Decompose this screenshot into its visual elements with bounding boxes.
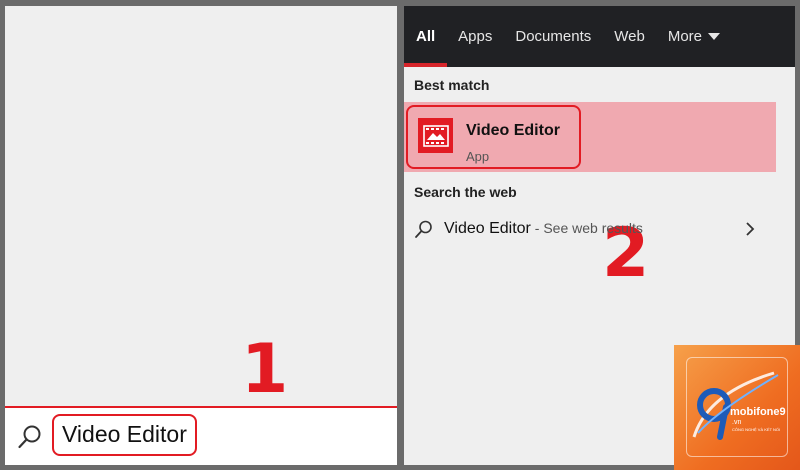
start-menu-blank-area: 1 Video Editor [5, 6, 397, 465]
watermark-tagline: CÔNG NGHỆ VÀ KẾT NỐI [732, 427, 780, 432]
tab-all[interactable]: All [404, 6, 448, 67]
caret-down-icon [708, 32, 721, 40]
search-web-heading: Search the web [414, 184, 517, 200]
best-match-heading: Best match [414, 77, 490, 93]
tab-more[interactable]: More [667, 6, 721, 67]
tab-all-label: All [416, 28, 436, 45]
tab-apps[interactable]: Apps [458, 6, 492, 67]
tab-web[interactable]: Web [614, 6, 645, 67]
step-1-marker: 1 [241, 330, 289, 409]
best-match-highlight-box: Video Editor App [406, 105, 581, 169]
best-match-app-type: App [466, 149, 490, 164]
best-match-app-name: Video Editor [466, 122, 560, 139]
video-editor-app-icon [418, 118, 453, 153]
tab-web-label: Web [614, 28, 645, 45]
watermark-brand: mobifone9 [730, 406, 786, 418]
chevron-right-icon[interactable] [744, 221, 756, 237]
mobifone9-logo: mobifone9 .vn CÔNG NGHỆ VÀ KẾT NỐI [692, 371, 786, 440]
search-icon [18, 425, 41, 449]
tab-more-label: More [667, 28, 703, 45]
tab-documents[interactable]: Documents [515, 6, 591, 67]
web-search-result[interactable]: Video Editor - See web results [404, 211, 776, 247]
tab-documents-label: Documents [515, 28, 592, 45]
best-match-result[interactable]: Video Editor App 2 [404, 102, 776, 288]
web-result-suffix: - See web results [530, 220, 643, 236]
web-result-query: Video Editor [444, 220, 531, 237]
taskbar-search-box[interactable]: Video Editor [5, 406, 397, 465]
tab-apps-label: Apps [458, 28, 493, 45]
search-icon [415, 220, 432, 238]
watermark-domain: .vn [732, 419, 741, 426]
mobifone9-watermark: mobifone9 .vn CÔNG NGHỆ VÀ KẾT NỐI [674, 345, 800, 470]
web-result-text: Video Editor - See web results [444, 220, 643, 238]
search-tabs: All Apps Documents Web More [404, 6, 795, 67]
search-input[interactable]: Video Editor [52, 414, 197, 456]
